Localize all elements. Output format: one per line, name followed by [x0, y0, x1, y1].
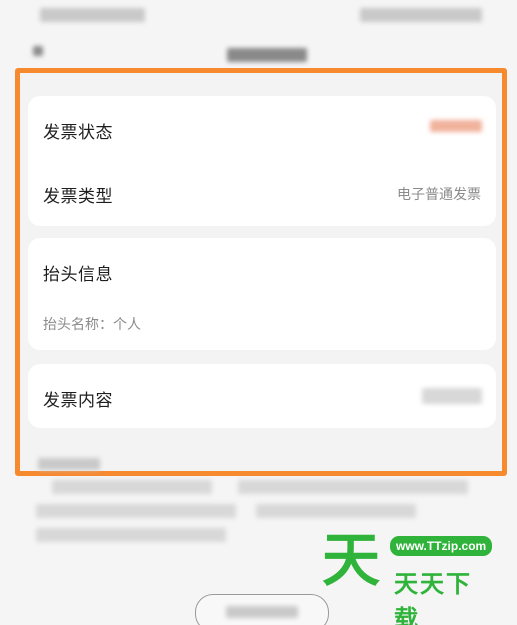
header-name-line: 抬头名称：个人: [43, 317, 141, 333]
watermark-url: www.TTzip.com: [390, 536, 493, 556]
invoice-header-card: 抬头信息 抬头名称：个人: [28, 238, 496, 350]
notice-line-3-blur: [36, 528, 226, 542]
page-title: [227, 48, 307, 62]
back-icon[interactable]: [33, 46, 43, 56]
header-section-title: 抬头信息: [43, 265, 113, 285]
invoice-status-value: [430, 120, 482, 132]
notice-title-blur: [38, 458, 100, 470]
invoice-content-card[interactable]: 发票内容: [28, 364, 496, 428]
invoice-detail-screen: 发票状态 发票类型 电子普通发票 抬头信息 抬头名称：个人 发票内容 天 www…: [0, 0, 517, 625]
notice-line-2b-blur: [256, 504, 416, 518]
status-bar-left-blur: [40, 8, 145, 22]
invoice-type-label: 发票类型: [43, 187, 113, 207]
invoice-content-label: 发票内容: [43, 391, 113, 411]
invoice-status-label: 发票状态: [43, 123, 113, 143]
notice-line-1b-blur: [238, 480, 468, 494]
watermark-text: 天天下载: [394, 570, 472, 625]
bottom-action-label-blur: [226, 606, 298, 618]
invoice-info-card: 发票状态 发票类型 电子普通发票: [28, 96, 496, 226]
status-bar-right-blur: [360, 8, 482, 22]
notice-line-1-blur: [52, 480, 212, 494]
watermark-big-char: 天: [322, 526, 381, 594]
invoice-type-value: 电子普通发票: [397, 187, 481, 203]
invoice-content-value: [422, 388, 482, 404]
notice-line-2-blur: [36, 504, 236, 518]
bottom-action-button[interactable]: [195, 594, 329, 625]
site-watermark: 天 www.TTzip.com 天天下载: [322, 526, 493, 625]
